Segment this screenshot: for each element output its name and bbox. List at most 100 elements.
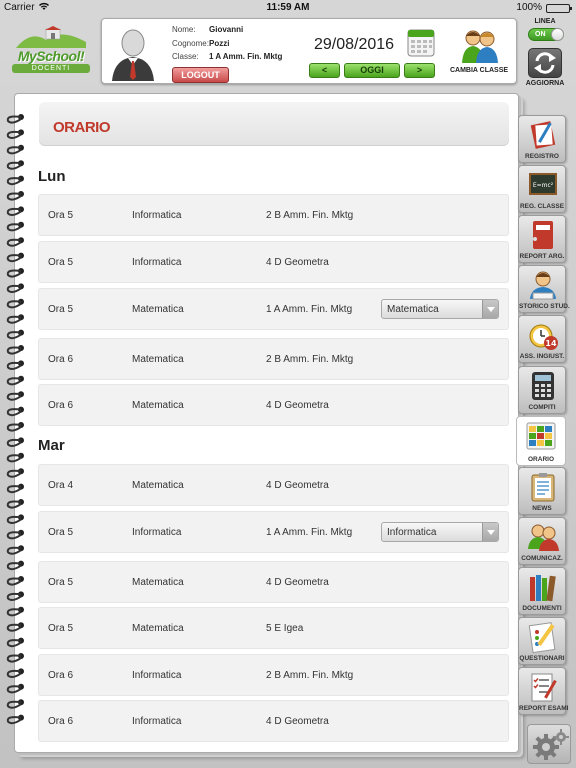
timetable-row[interactable]: Ora 5 Matematica 1 A Amm. Fin. Mktg Mate… [38,288,509,330]
refresh-icon [534,52,556,74]
class-cell: 4 D Geometra [266,716,329,727]
page-title: ORARIO [53,119,111,136]
class-cell: 4 D Geometra [266,400,329,411]
alarm-clock-icon: 14 [529,324,558,350]
user-card: Nome: Giovanni Cognome: Pozzi Classe: 1 … [101,18,517,84]
menu-registro[interactable]: REGISTRO [518,115,566,163]
spiral-ring [6,683,24,694]
timetable-row[interactable]: Ora 4 Matematica 4 D Geometra [38,464,509,506]
hour-cell: Ora 6 [48,670,74,681]
menu-report-arg[interactable]: REPORT ARG. [518,215,566,263]
class-cell: 4 D Geometra [266,257,329,268]
menu-report-esami[interactable]: REPORT ESAMI [518,667,568,715]
timetable-row[interactable]: Ora 6 Matematica 2 B Amm. Fin. Mktg [38,338,509,380]
timetable-row[interactable]: Ora 6 Matematica 4 D Geometra [38,384,509,426]
student-history-icon [530,271,556,300]
menu-compiti[interactable]: COMPITI [518,366,566,414]
class-cell: 4 D Geometra [266,480,329,491]
menu-comunicaz[interactable]: COMUNICAZ. [518,517,566,565]
logout-button[interactable]: LOGOUT [172,67,229,83]
change-class-label: CAMBIA CLASSE [449,67,509,74]
hour-cell: Ora 6 [48,354,74,365]
teacher-avatar-icon [112,29,154,81]
timetable-row[interactable]: Ora 5 Informatica 4 D Geometra [38,241,509,283]
online-toggle-label: ON [535,31,546,38]
timetable-row[interactable]: Ora 5 Informatica 1 A Amm. Fin. Mktg Inf… [38,511,509,553]
subject-select[interactable]: Informatica [381,522,499,542]
classe-label: Classe: [172,52,199,61]
menu-label: COMPITI [528,404,556,411]
spiral-ring [6,221,24,232]
spiral-ring [6,452,24,463]
spiral-ring [6,345,24,355]
timetable-row[interactable]: Ora 6 Informatica 2 B Amm. Fin. Mktg [38,654,509,696]
subject-cell: Matematica [132,354,184,365]
timetable-row[interactable]: Ora 5 Informatica 2 B Amm. Fin. Mktg [38,194,509,236]
register-book-icon [530,121,556,149]
hour-cell: Ora 5 [48,577,74,588]
calculator-icon [532,372,554,400]
spiral-ring [6,329,24,340]
menu-label: COMUNICAZ. [521,555,563,562]
today-button[interactable]: OGGI [344,63,400,78]
spiral-ring [6,406,24,417]
hour-cell: Ora 5 [48,257,74,268]
spiral-ring [6,653,24,663]
absence-badge: 14 [545,339,557,348]
spiral-ring [6,545,24,555]
spiral-ring [6,514,24,524]
class-cell: 5 E Igea [266,623,304,634]
spiral-ring [6,314,24,324]
day-title-lun: Lun [38,168,66,185]
spiral-ring [6,668,24,678]
subject-cell: Informatica [132,210,182,221]
menu-reg-classe[interactable]: E=mc² REG. CLASSE [518,165,566,213]
timetable-row[interactable]: Ora 5 Matematica 4 D Geometra [38,561,509,603]
menu-storico-stud[interactable]: STORICO STUD. [518,265,570,313]
timetable-row[interactable]: Ora 5 Matematica 5 E Igea [38,607,509,649]
menu-orario[interactable]: ORARIO [516,416,566,466]
refresh-button[interactable] [528,48,562,78]
menu-questionari[interactable]: QUESTIONARI [518,617,566,665]
spiral-ring [6,606,24,617]
settings-button[interactable] [527,724,571,764]
online-toggle[interactable]: ON [528,28,564,41]
class-cell: 2 B Amm. Fin. Mktg [266,354,354,365]
timetable-row[interactable]: Ora 6 Informatica 4 D Geometra [38,700,509,742]
hour-cell: Ora 5 [48,527,74,538]
menu-ass-ingiust[interactable]: 14 ASS. INGIUST. [518,315,566,363]
subject-cell: Matematica [132,400,184,411]
spiral-ring [6,391,24,401]
hour-cell: Ora 5 [48,210,74,221]
status-bar: Carrier 11:59 AM 100% [0,0,576,16]
subject-cell: Matematica [132,304,184,315]
spiral-ring [6,591,24,601]
chevron-down-icon [482,523,498,541]
subject-select[interactable]: Matematica [381,299,499,319]
calendar-icon[interactable] [407,27,435,57]
day-title-mar: Mar [38,437,65,454]
menu-label: DOCUMENTI [522,605,562,612]
timetable-icon [526,422,556,450]
spiral-ring [6,160,24,170]
next-day-button[interactable]: > [404,63,435,78]
spiral-ring [6,437,24,447]
nome-value: Giovanni [209,25,244,34]
questionnaire-icon [528,622,556,653]
class-cell: 1 A Amm. Fin. Mktg [266,527,353,538]
subject-cell: Matematica [132,623,184,634]
menu-documenti[interactable]: DOCUMENTI [518,567,566,615]
red-binder-icon [533,221,553,249]
hour-cell: Ora 4 [48,480,74,491]
hour-cell: Ora 5 [48,304,74,315]
blackboard-icon: E=mc² [529,173,557,195]
subject-select-value: Matematica [387,304,439,315]
change-class-button[interactable]: CAMBIA CLASSE [446,25,512,81]
spiral-ring [6,360,24,370]
prev-day-button[interactable]: < [309,63,340,78]
menu-label: ASS. INGIUST. [519,353,565,360]
subject-cell: Informatica [132,716,182,727]
spiral-ring [6,560,24,571]
menu-news[interactable]: NEWS [518,467,566,515]
spiral-ring [6,206,24,216]
